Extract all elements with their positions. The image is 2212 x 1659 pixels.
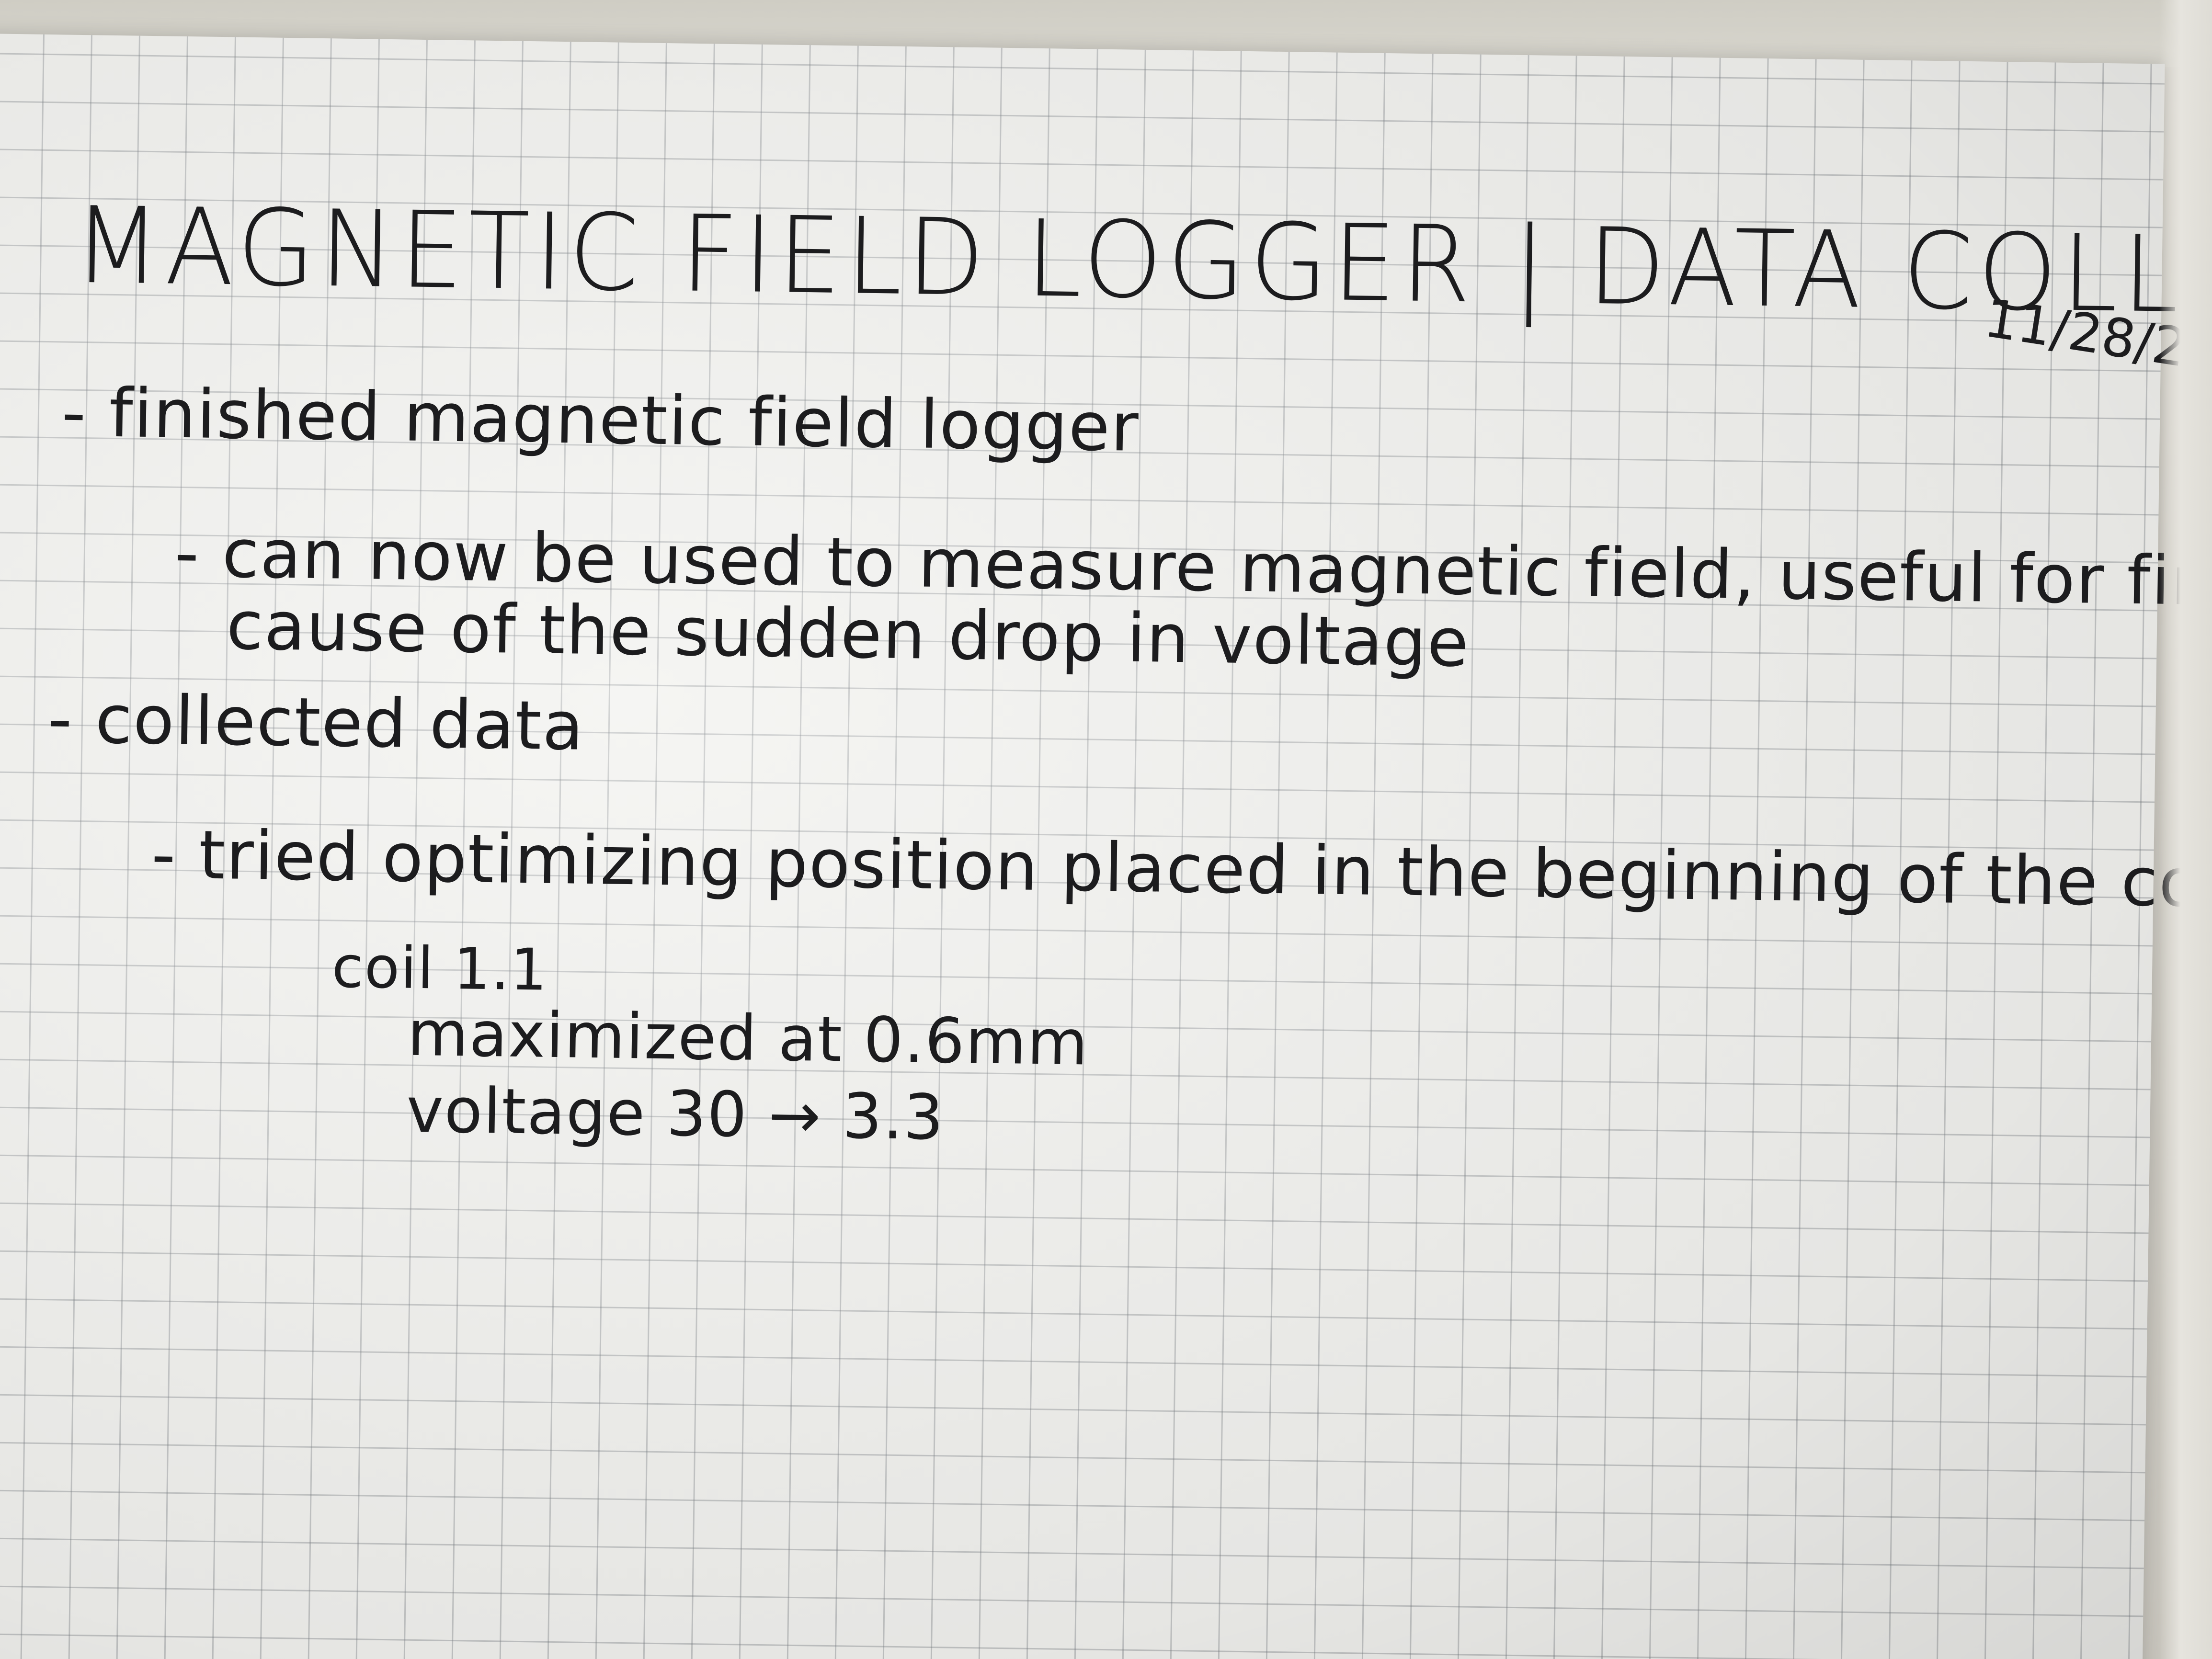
note-line: cause of the sudden drop in voltage bbox=[226, 587, 1470, 682]
grid-paper-page: MAGNETIC FIELD LOGGER | DATA COLLECTION … bbox=[0, 34, 2212, 1659]
note-line: coil 1.1 bbox=[331, 934, 548, 1004]
note-line: - collected data bbox=[47, 680, 585, 766]
note-line: - tried optimizing position placed in th… bbox=[150, 816, 2212, 923]
page-edge bbox=[2159, 0, 2212, 1659]
page-title: MAGNETIC FIELD LOGGER | DATA COLLECTION bbox=[73, 183, 2212, 342]
note-line: - finished magnetic field logger bbox=[61, 374, 1140, 467]
note-line: voltage 30 → 3.3 bbox=[406, 1073, 945, 1154]
notebook-photo: MAGNETIC FIELD LOGGER | DATA COLLECTION … bbox=[0, 0, 2212, 1659]
note-line: maximized at 0.6mm bbox=[407, 997, 1090, 1079]
